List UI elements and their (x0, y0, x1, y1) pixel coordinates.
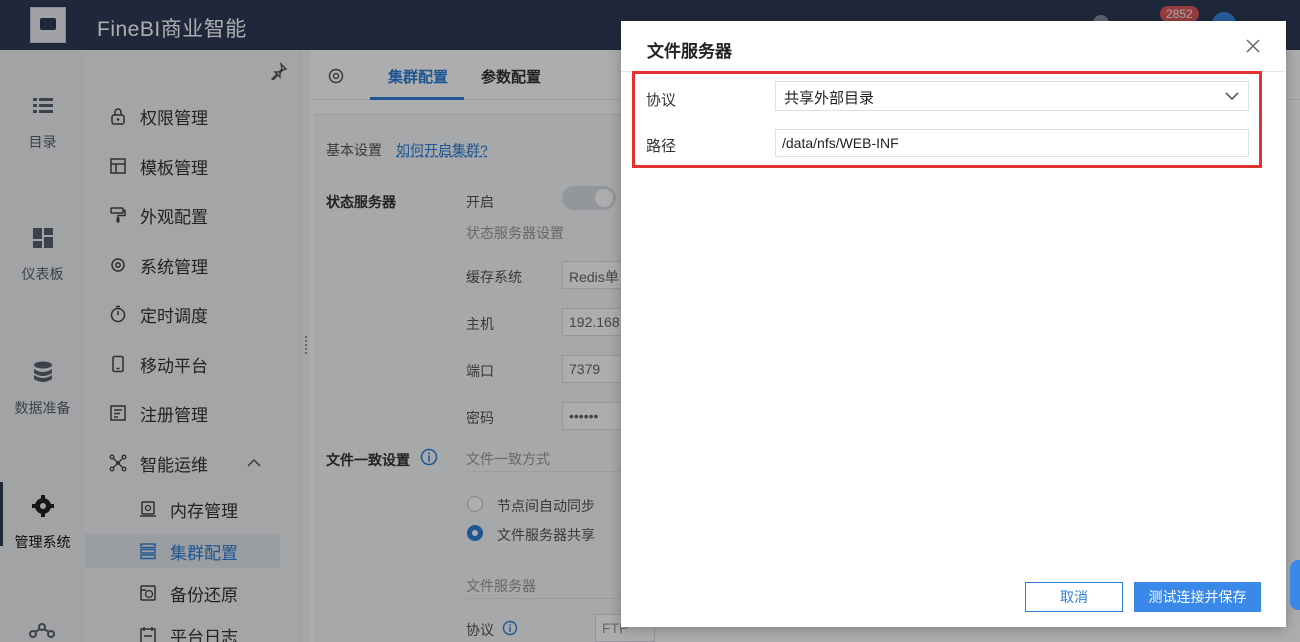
dialog-title: 文件服务器 (647, 42, 732, 61)
cancel-button[interactable]: 取消 (1025, 582, 1123, 612)
highlight-annotation (632, 71, 1262, 168)
floating-helper-tab[interactable] (1290, 560, 1300, 610)
test-and-save-button[interactable]: 测试连接并保存 (1134, 582, 1261, 612)
close-icon[interactable] (1246, 39, 1260, 53)
